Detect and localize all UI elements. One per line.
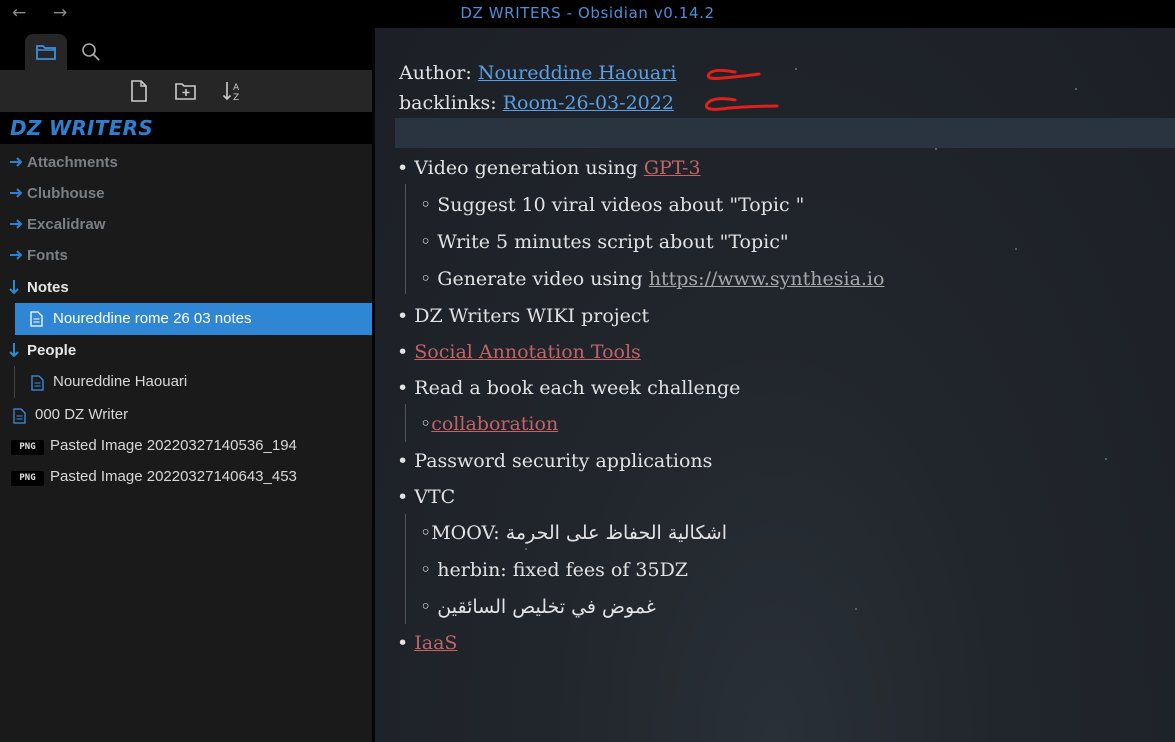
window-title: DZ WRITERS - Obsidian v0.14.2 [460, 4, 715, 22]
folder-icon [36, 45, 56, 60]
folder-attachments[interactable]: Attachments [0, 148, 372, 178]
folder-clubhouse[interactable]: Clubhouse [0, 179, 372, 209]
annotation-arrows-icon [705, 68, 779, 111]
vault-name: DZ WRITERS [10, 116, 154, 140]
list-item[interactable]: ◦ herbin: fixed fees of 35DZ [420, 559, 688, 581]
search-icon [82, 43, 100, 61]
file-explorer-sidebar: A Z DZ WRITERS Attachments Clubhouse Exc… [0, 28, 372, 742]
background-star [1075, 88, 1077, 90]
background-star [935, 148, 937, 150]
author-line: Author: Noureddine Haouari [399, 62, 676, 84]
internal-link[interactable]: GPT-3 [644, 157, 701, 179]
explorer-toolbar: A Z [0, 70, 372, 112]
folder-notes[interactable]: Notes [0, 273, 372, 303]
sidebar-tab-strip [0, 28, 372, 70]
file-000-dz-writer[interactable]: 000 DZ Writer [0, 400, 372, 430]
title-bar: ← → DZ WRITERS - Obsidian v0.14.2 [0, 0, 1175, 28]
list-item[interactable]: • Password security applications [397, 450, 712, 472]
file-noureddine-haouari[interactable]: Noureddine Haouari [0, 367, 372, 397]
internal-link[interactable]: collaboration [431, 413, 558, 435]
indent-guide [405, 404, 406, 442]
internal-link[interactable]: IaaS [414, 632, 457, 654]
list-item[interactable]: ◦collaboration [420, 413, 558, 435]
author-link[interactable]: Noureddine Haouari [478, 62, 677, 84]
list-item[interactable]: ◦ Write 5 minutes script about "Topic" [420, 231, 789, 253]
new-folder-icon [175, 83, 196, 100]
backlinks-line: backlinks: Room-26-03-2022 [399, 92, 674, 114]
list-item[interactable]: • Social Annotation Tools [397, 341, 641, 363]
list-item[interactable]: ◦ غموض في تخليص السائقين [420, 596, 656, 618]
background-star [525, 548, 527, 550]
background-star [795, 68, 797, 70]
list-item[interactable]: • IaaS [397, 632, 457, 654]
list-item[interactable]: • VTC [397, 486, 455, 508]
background-star [1015, 248, 1017, 250]
file-icon [31, 375, 44, 391]
svg-text:Z: Z [233, 93, 239, 102]
list-item[interactable]: ◦ Generate video using https://www.synth… [420, 268, 884, 290]
indent-guide [405, 514, 406, 624]
vault-name-header[interactable]: DZ WRITERS [0, 112, 372, 144]
background-star [855, 608, 857, 610]
external-link[interactable]: https://www.synthesia.io [649, 268, 885, 290]
folder-excalidraw[interactable]: Excalidraw [0, 210, 372, 240]
file-icon [13, 408, 26, 424]
chevron-down-icon [9, 280, 19, 295]
list-item[interactable]: ◦MOOV: اشكالية الحفاظ على الحرمة [420, 522, 727, 544]
new-note-icon [131, 80, 147, 102]
file-noureddine-rome-notes[interactable]: Noureddine rome 26 03 notes [15, 303, 372, 335]
file-pasted-image-2[interactable]: PNG Pasted Image 20220327140643_453 [0, 462, 372, 492]
file-pasted-image-1[interactable]: PNG Pasted Image 20220327140536_194 [0, 431, 372, 461]
png-badge: PNG [11, 440, 44, 455]
folder-fonts[interactable]: Fonts [0, 241, 372, 271]
list-item[interactable]: ◦ Suggest 10 viral videos about "Topic " [420, 194, 804, 216]
background-star [1105, 458, 1107, 460]
sort-button[interactable]: A Z [222, 80, 244, 102]
sort-az-icon: A Z [222, 82, 240, 102]
chevron-right-icon [10, 188, 23, 198]
list-item[interactable]: • Video generation using GPT-3 [397, 157, 701, 179]
indent-guide [405, 184, 406, 294]
svg-text:A: A [233, 83, 240, 93]
folder-people[interactable]: People [0, 336, 372, 366]
list-item[interactable]: • DZ Writers WIKI project [397, 305, 649, 327]
tab-file-explorer[interactable] [25, 34, 67, 70]
png-badge: PNG [11, 471, 44, 486]
active-line-highlight [395, 118, 1175, 148]
editor-pane[interactable]: Author: Noureddine Haouari backlinks: Ro… [375, 28, 1175, 742]
new-folder-button[interactable] [175, 80, 197, 102]
chevron-right-icon [10, 250, 23, 260]
chevron-right-icon [10, 157, 23, 167]
new-note-button[interactable] [128, 80, 150, 102]
chevron-right-icon [10, 219, 23, 229]
backlinks-label: backlinks: [399, 92, 497, 114]
tab-search[interactable] [70, 34, 112, 70]
internal-link[interactable]: Social Annotation Tools [414, 341, 641, 363]
backlinks-link[interactable]: Room-26-03-2022 [503, 92, 674, 114]
chevron-down-icon [9, 343, 19, 358]
file-icon [30, 311, 43, 327]
author-label: Author: [399, 62, 472, 84]
list-item[interactable]: • Read a book each week challenge [397, 377, 740, 399]
